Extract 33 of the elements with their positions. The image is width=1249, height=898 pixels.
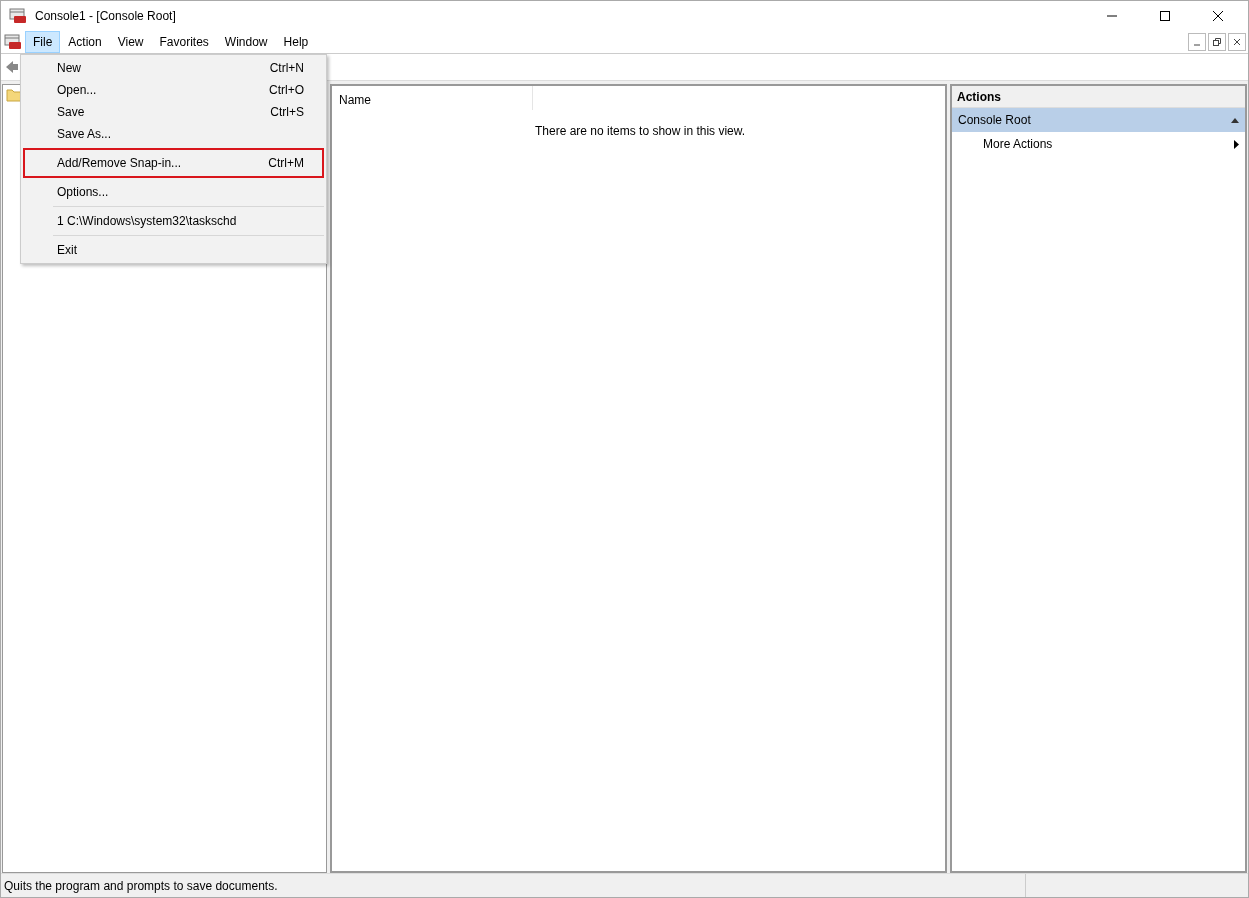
restore-icon [1213, 38, 1221, 46]
action-item[interactable]: More Actions [952, 132, 1245, 156]
child-restore-button[interactable] [1208, 33, 1226, 51]
menu-entry[interactable]: Add/Remove Snap-in... Ctrl+M [23, 148, 324, 178]
child-close-button[interactable] [1228, 33, 1246, 51]
actions-header: Actions [952, 86, 1245, 108]
menu-item[interactable]: Action [60, 31, 110, 53]
menu-entry[interactable]: New Ctrl+N [23, 57, 324, 79]
menu-entry[interactable]: Save Ctrl+S [23, 101, 324, 123]
column-header[interactable]: Name [332, 86, 533, 110]
folder-icon[interactable] [6, 88, 22, 102]
actions-section-header[interactable]: Console Root [952, 108, 1245, 132]
empty-message: There are no items to show in this view. [535, 124, 746, 138]
maximize-icon [1159, 11, 1170, 21]
menu-entry[interactable]: Options... [23, 181, 324, 203]
menu-entry[interactable]: Exit [23, 239, 324, 261]
window-title: Console1 - [Console Root] [35, 8, 176, 25]
back-arrow-icon[interactable] [5, 60, 19, 74]
app-icon [9, 8, 27, 24]
close-icon [1212, 11, 1223, 21]
menu-entry[interactable]: 1 C:\Windows\system32\taskschd [23, 210, 324, 232]
menu-item[interactable]: Help [275, 31, 317, 53]
collapse-arrow-icon [1231, 117, 1239, 123]
menu-item[interactable]: Window [216, 31, 276, 53]
menu-item[interactable]: View [109, 31, 152, 53]
menu-entry[interactable]: Save As... [23, 123, 324, 145]
close-icon [1233, 38, 1241, 46]
submenu-arrow-icon [1234, 139, 1239, 149]
menu-item[interactable]: Favorites [151, 31, 217, 53]
menu-entry[interactable]: Open... Ctrl+O [23, 79, 324, 101]
system-menu-icon [4, 34, 22, 50]
status-bar: Quits the program and prompts to save documents. [1, 874, 1026, 897]
menu-item[interactable]: File [25, 31, 61, 53]
